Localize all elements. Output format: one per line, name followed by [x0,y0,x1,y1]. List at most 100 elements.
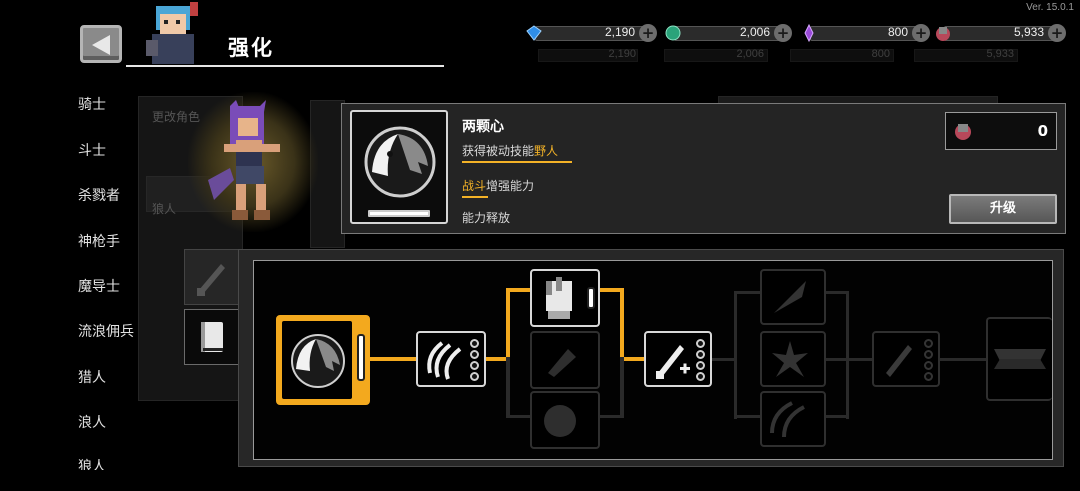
tab-skill-book[interactable] [184,309,240,365]
tab-weapon[interactable] [184,249,240,305]
sidebar-item-ronin[interactable]: 浪人 [78,412,106,432]
sidebar-item-fighter[interactable]: 斗士 [78,140,106,160]
sidebar-item-hunter[interactable]: 猎人 [78,367,106,387]
skill-line-2-suffix: 增强能力 [486,179,535,193]
page-title: 强化 [228,36,274,60]
book-icon [201,322,223,352]
sidebar-item-knight[interactable]: 骑士 [78,94,106,114]
connector-locked [846,291,849,419]
connector-locked [824,358,872,361]
node-level-pill [357,334,365,382]
skill-node-locked-slash[interactable] [760,391,826,447]
skill-node-claws[interactable] [416,331,486,387]
skill-line-1-highlight: 野人 [534,144,559,158]
skill-node-locked-feather[interactable] [760,269,826,325]
skill-node-two-hearts[interactable] [276,315,370,405]
skill-line-1-underline [462,161,572,163]
ghost-currency-crystal: 800 [782,47,910,63]
crystal-value: 800 [887,25,908,39]
add-ore-button[interactable]: + [1048,24,1066,42]
sidebar-item-mercenary[interactable]: 流浪佣兵 [78,321,134,341]
node-inner [282,321,352,399]
two-hearts-skill-icon [364,126,436,198]
ore-value: 5,933 [1013,25,1044,39]
slash-icon [770,401,805,438]
connector-locked [824,415,848,418]
crystal-icon [804,24,814,42]
back-arrow-icon [92,35,110,55]
connector [506,288,510,361]
bg-role-row-label: 狼人 [152,202,177,216]
ore-icon [936,27,950,41]
ghost-currency-ore: 5,933 [906,47,1034,63]
sidebar-item-werewolf[interactable]: 狼人 [78,456,106,470]
skill-line-3: 能力释放 [462,211,511,225]
skill-node-locked-beast[interactable] [530,391,600,449]
node-level-dots [924,339,936,383]
currency-ore: 5,933 + [934,24,1066,42]
connector [370,357,420,361]
ore-icon [955,124,971,140]
currency-token: 2,006 + [664,24,792,42]
connector-locked [734,415,762,418]
skill-node-fist[interactable] [530,269,600,327]
player-avatar [142,0,212,64]
skill-line-2: 战斗增强能力 [462,177,534,194]
skill-node-sword-plus[interactable] [644,331,712,387]
upgrade-button[interactable]: 升级 [949,194,1057,224]
skill-line-1: 获得被动技能野人 [462,142,558,159]
add-crystal-button[interactable]: + [912,24,930,42]
token-icon [665,25,681,41]
skill-line-1-prefix: 获得被动技能 [462,144,535,158]
skill-node-locked-axe[interactable] [530,331,600,389]
ghost-currency-token: 2,006 [656,47,784,63]
connector [620,288,624,361]
jaws-icon [994,349,1046,369]
fist-icon [546,277,572,319]
skill-info-card: 两颗心 获得被动技能野人 战斗增强能力 能力释放 0 升级 [341,103,1066,234]
upgrade-cost-value: 0 [1037,122,1048,140]
connector-locked [734,291,737,419]
upgrade-cost-box: 0 [945,112,1057,150]
skill-title: 两颗心 [462,119,504,135]
version-label: Ver. 15.0.1 [1026,2,1074,13]
two-hearts-skill-icon [291,334,345,388]
currency-crystal: 800 + [800,24,930,42]
sidebar-item-gunner[interactable]: 神枪手 [78,231,120,251]
connector [506,288,532,292]
connector-locked [734,291,762,294]
connector-locked [506,357,510,417]
connector-locked [620,357,624,417]
skill-tree-panel [238,249,1064,467]
skill-node-locked-jaws[interactable] [986,317,1052,401]
hero-sprite [200,100,300,225]
add-gem-button[interactable]: + [639,24,657,42]
connector-locked [506,415,532,418]
gem-value: 2,190 [604,25,635,39]
connector-locked [938,358,986,361]
beast-icon [544,405,576,437]
token-value: 2,006 [739,25,770,39]
skill-node-locked-burst[interactable] [760,331,826,387]
sword-icon [197,264,225,296]
feather-icon [774,281,806,313]
sword-plus-icon [656,345,690,379]
axe-icon [548,349,576,377]
claw-slash-icon [427,341,462,380]
ghost-currency-gem: 2,190 [530,47,656,63]
sword-icon [886,345,912,377]
title-underline [126,65,444,67]
currency-gem: 2,190 + [525,24,657,42]
node-level-dots [470,339,482,383]
burst-icon [772,341,808,377]
connector [484,357,508,361]
node-level-dots [696,339,708,383]
skill-line-2-underline [462,196,488,198]
back-button[interactable] [80,25,122,63]
skill-node-locked-sword[interactable] [872,331,940,387]
connector-locked [710,358,734,361]
sidebar-item-mage[interactable]: 魔导士 [78,276,120,296]
add-token-button[interactable]: + [774,24,792,42]
sidebar-item-slayer[interactable]: 杀戮者 [78,185,120,205]
skill-line-2-highlight: 战斗 [462,179,487,193]
